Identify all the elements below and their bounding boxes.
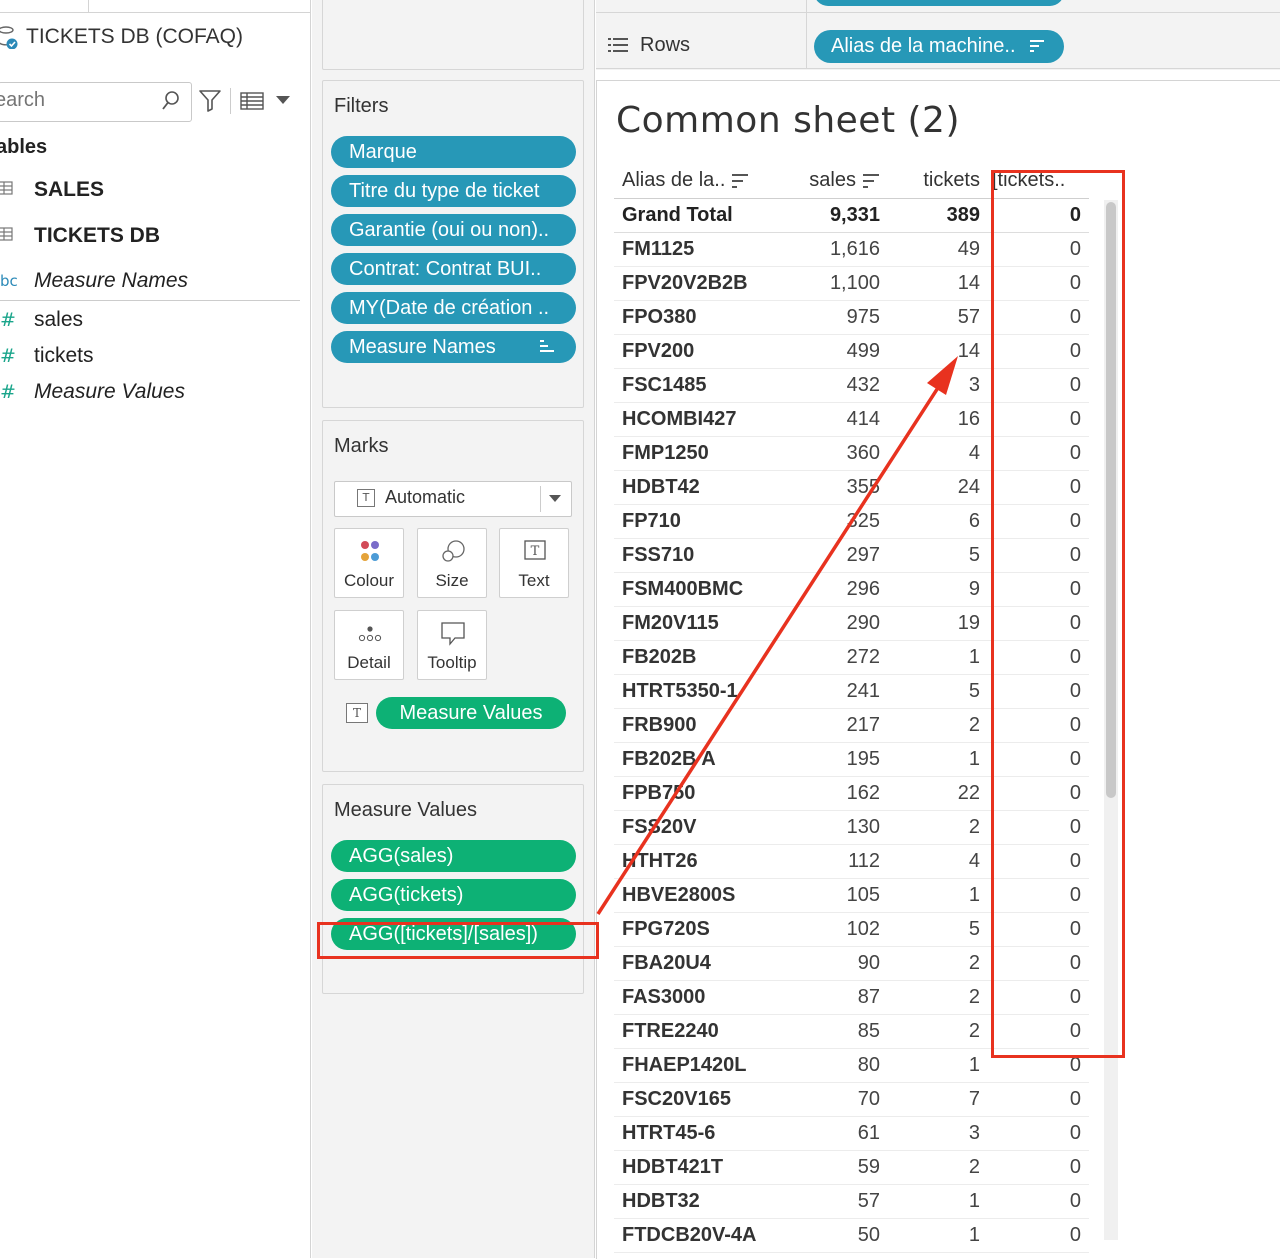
annotation-arrow-line [596, 379, 945, 915]
annotation-arrowhead [927, 356, 958, 395]
annotation-arrow [596, 356, 958, 915]
